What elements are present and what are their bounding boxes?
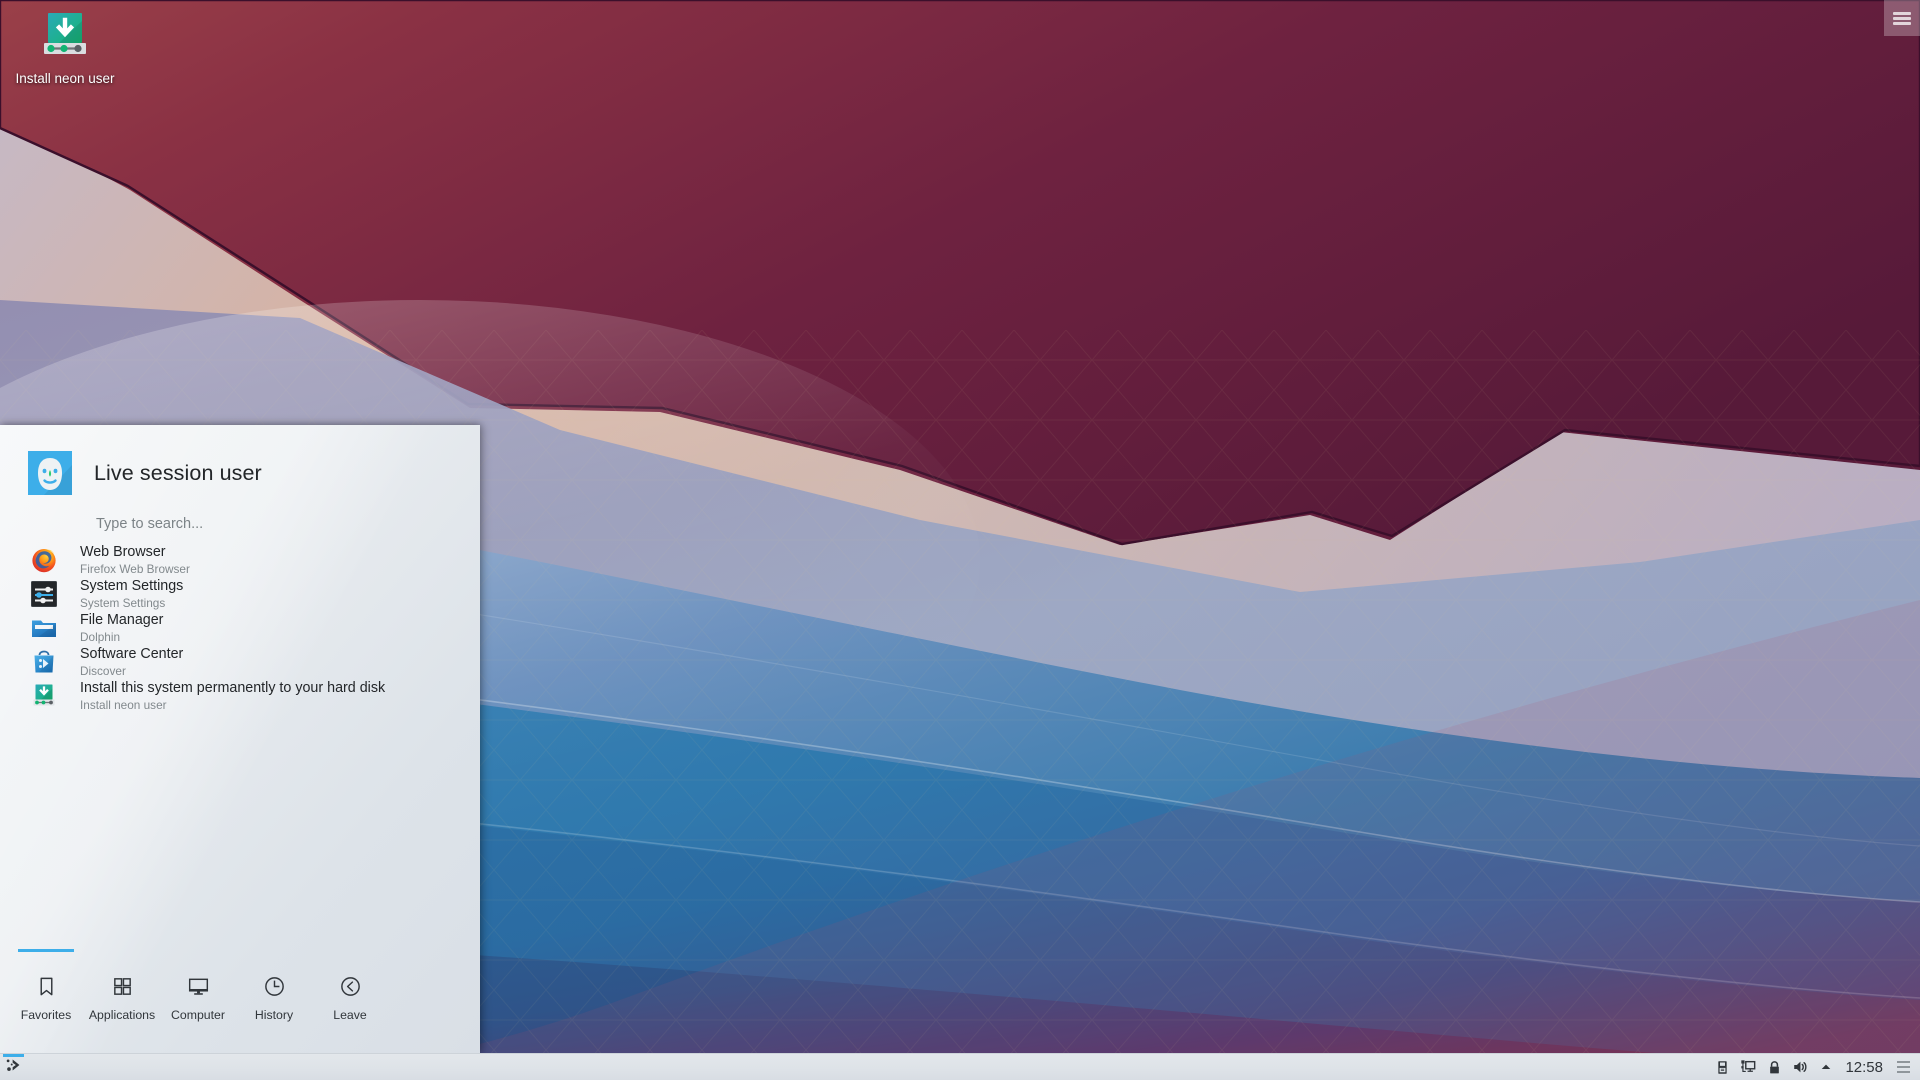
- kickoff-header: Live session user: [0, 447, 480, 499]
- tab-label: Computer: [171, 1008, 225, 1022]
- application-launcher-menu[interactable]: Live session user Type to search... Web …: [0, 425, 480, 1053]
- install-neon-user-icon: [37, 8, 93, 64]
- folder-icon: [30, 614, 58, 642]
- tab-label: Favorites: [20, 1008, 72, 1022]
- system-tray: 12:58: [1709, 1054, 1920, 1080]
- tab-label: Leave: [333, 1008, 367, 1022]
- bookmark-icon: [35, 973, 58, 999]
- list-item-subtitle: Dolphin: [80, 629, 121, 644]
- monitor-icon: [187, 973, 210, 999]
- list-item-subtitle: System Settings: [80, 595, 166, 610]
- list-item-web-browser[interactable]: Web Browser Firefox Web Browser: [0, 543, 480, 577]
- list-item-install-system[interactable]: Install this system permanently to your …: [0, 679, 480, 713]
- list-item-file-manager[interactable]: File Manager Dolphin: [0, 611, 480, 645]
- list-item-title: File Manager: [80, 611, 164, 628]
- desktop-toolbox-button[interactable]: [1884, 0, 1920, 36]
- list-item-subtitle: Install neon user: [80, 697, 167, 712]
- list-item-system-settings[interactable]: System Settings System Settings: [0, 577, 480, 611]
- hamburger-icon: [1893, 10, 1911, 27]
- list-item-title: Software Center: [80, 645, 184, 662]
- list-item-software-center[interactable]: Software Center Discover: [0, 645, 480, 679]
- kickoff-tab-bar: Favorites Applications Computer History …: [0, 949, 480, 1053]
- list-item-title: System Settings: [80, 577, 184, 594]
- system-settings-icon: [30, 580, 58, 608]
- plasma-launcher-icon: [4, 1055, 24, 1080]
- desktop-icon-label: Install neon user: [15, 71, 115, 86]
- user-avatar[interactable]: [28, 451, 72, 495]
- panel-menu-icon[interactable]: [1892, 1054, 1914, 1080]
- software-center-icon: [30, 648, 58, 676]
- desktop-icon-install-neon-user[interactable]: Install neon user: [10, 8, 120, 87]
- network-icon[interactable]: [1735, 1054, 1761, 1080]
- kickoff-favorites-list: Web Browser Firefox Web Browser System S…: [0, 543, 480, 713]
- grid-icon: [111, 973, 134, 999]
- tab-label: History: [254, 1008, 294, 1022]
- launcher-active-accent: [3, 1053, 24, 1057]
- lock-icon[interactable]: [1761, 1054, 1787, 1080]
- tab-leave[interactable]: Leave: [312, 949, 388, 1022]
- list-item-title: Web Browser: [80, 543, 166, 560]
- firefox-icon: [30, 546, 58, 574]
- show-hidden-icon[interactable]: [1813, 1054, 1839, 1080]
- digital-clock[interactable]: 12:58: [1839, 1059, 1892, 1076]
- tab-computer[interactable]: Computer: [160, 949, 236, 1022]
- tab-history[interactable]: History: [236, 949, 312, 1022]
- tab-label: Applications: [88, 1008, 156, 1022]
- leave-icon: [339, 973, 362, 999]
- install-icon: [30, 682, 58, 710]
- list-item-subtitle: Firefox Web Browser: [80, 561, 190, 576]
- taskbar-panel[interactable]: 12:58: [0, 1053, 1920, 1080]
- list-item-subtitle: Discover: [80, 663, 126, 678]
- volume-icon[interactable]: [1787, 1054, 1813, 1080]
- tab-favorites[interactable]: Favorites: [8, 949, 84, 1022]
- plasma-launcher-button[interactable]: [0, 1053, 27, 1080]
- kickoff-search-input[interactable]: Type to search...: [96, 511, 480, 537]
- kickoff-search-placeholder: Type to search...: [96, 516, 204, 532]
- tab-applications[interactable]: Applications: [84, 949, 160, 1022]
- list-item-title: Install this system permanently to your …: [80, 679, 386, 696]
- removable-device-icon[interactable]: [1709, 1054, 1735, 1080]
- clock-icon: [263, 973, 286, 999]
- kickoff-username: Live session user: [94, 460, 262, 485]
